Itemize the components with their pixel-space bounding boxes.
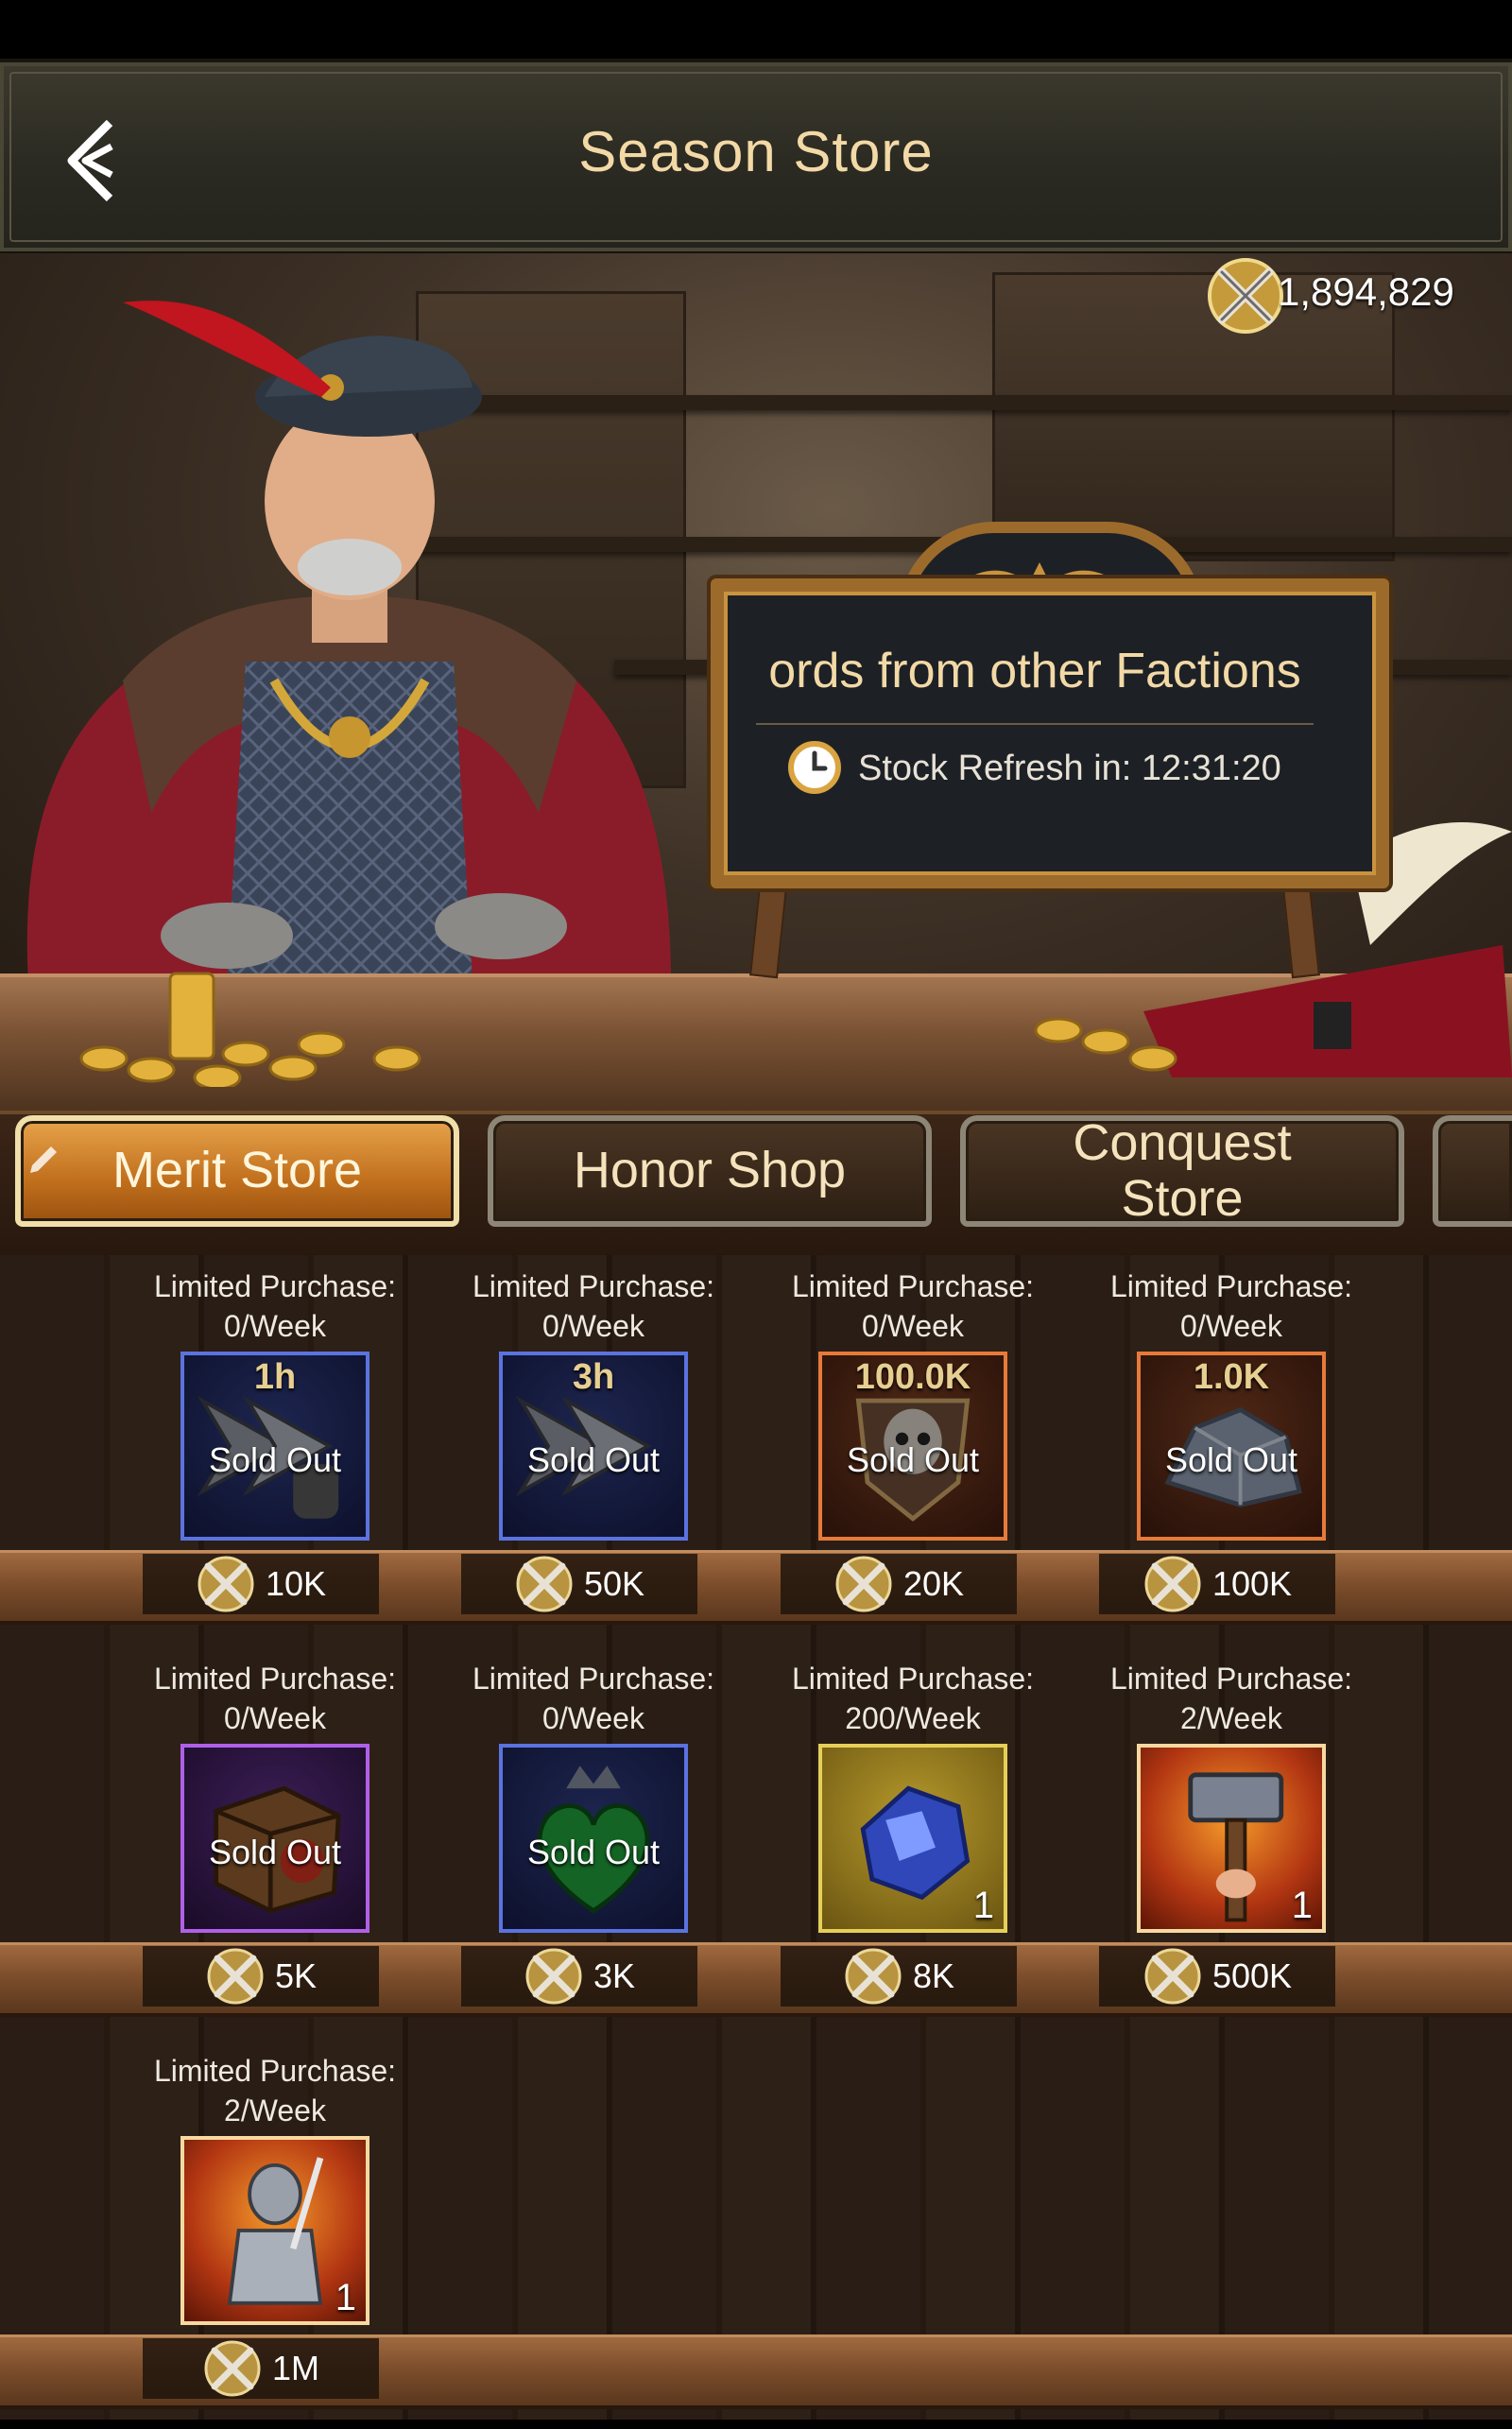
price-value: 5K xyxy=(274,1956,318,1995)
sold-out-label: Sold Out xyxy=(526,1440,661,1479)
sign-divider xyxy=(756,723,1314,725)
purchase-limit: Limited Purchase: 0/Week xyxy=(153,1269,397,1343)
merit-coin-icon xyxy=(204,2340,261,2397)
tab-conquest-store[interactable]: Conquest Store xyxy=(960,1113,1404,1227)
merit-coin-icon xyxy=(207,1948,264,2005)
price-value: 8K xyxy=(912,1956,955,1995)
price-button[interactable]: 100K xyxy=(1099,1554,1335,1614)
tab-label: Merit Store xyxy=(112,1142,363,1199)
status-bar xyxy=(0,0,1512,59)
store-item[interactable]: Limited Purchase: 0/Week 1h Sold Out 10K xyxy=(114,1266,436,1645)
store-item[interactable]: Limited Purchase: 0/Week Sold Out 3K xyxy=(433,1659,754,2037)
item-tile[interactable]: Sold Out xyxy=(180,1744,369,1933)
item-quantity: 1 xyxy=(335,2277,356,2318)
item-tile[interactable]: 1 xyxy=(1137,1744,1326,1933)
price-value: 100K xyxy=(1211,1564,1293,1603)
purchase-limit: Limited Purchase: 0/Week xyxy=(472,1269,715,1343)
item-tag: 1h xyxy=(253,1357,297,1397)
coin-pile xyxy=(79,972,421,1087)
price-button[interactable]: 20K xyxy=(781,1554,1017,1614)
merit-coin-icon xyxy=(516,1556,573,1612)
price-value: 3K xyxy=(593,1956,636,1995)
merit-coin-icon xyxy=(845,1948,902,2005)
store-item[interactable]: Limited Purchase: 200/Week 1 8K xyxy=(752,1659,1074,2037)
store-item[interactable]: Limited Purchase: 2/Week 1 500K xyxy=(1071,1659,1392,2037)
item-tile[interactable]: 100.0K Sold Out xyxy=(818,1352,1007,1541)
item-tile[interactable]: 1 xyxy=(818,1744,1007,1933)
merit-coin-icon xyxy=(198,1556,254,1612)
tab-label: Conquest Store xyxy=(1073,1113,1292,1227)
price-button[interactable]: 50K xyxy=(461,1554,697,1614)
item-tile[interactable]: 1.0K Sold Out xyxy=(1137,1352,1326,1541)
currency-amount: 1,894,829 xyxy=(1278,269,1454,314)
clock-icon xyxy=(788,741,841,794)
pencil-icon xyxy=(30,1146,57,1173)
purchase-limit: Limited Purchase: 0/Week xyxy=(472,1662,715,1735)
price-value: 1M xyxy=(271,2349,319,2387)
merchant-portrait xyxy=(26,301,671,983)
price-value: 500K xyxy=(1211,1956,1293,1995)
price-button[interactable]: 1M xyxy=(143,2338,379,2399)
item-tile[interactable]: 1h Sold Out xyxy=(180,1352,369,1541)
sold-out-label: Sold Out xyxy=(1164,1440,1298,1479)
merit-coin-icon xyxy=(1144,1556,1201,1612)
price-value: 20K xyxy=(902,1564,965,1603)
purchase-limit: Limited Purchase: 200/Week xyxy=(791,1662,1035,1735)
tab-label: Honor Shop xyxy=(573,1142,847,1199)
stock-refresh-timer: Stock Refresh in: 12:31:20 xyxy=(858,749,1281,788)
item-tile[interactable]: 3h Sold Out xyxy=(499,1352,688,1541)
sign-text: ords from other Factions xyxy=(768,644,1301,698)
item-tile[interactable]: Sold Out xyxy=(499,1744,688,1933)
price-button[interactable]: 5K xyxy=(143,1946,379,2007)
price-value: 10K xyxy=(265,1564,327,1603)
price-button[interactable]: 8K xyxy=(781,1946,1017,2007)
page-title: Season Store xyxy=(578,120,934,183)
store-item[interactable]: Limited Purchase: 0/Week 1.0K Sold Out 10… xyxy=(1071,1266,1392,1645)
store-item[interactable]: Limited Purchase: 0/Week 100.0K Sold Out … xyxy=(752,1266,1074,1645)
merit-coin-icon xyxy=(525,1948,582,2005)
merit-coin-icon xyxy=(1144,1948,1201,2005)
sold-out-label: Sold Out xyxy=(846,1440,980,1479)
item-tag: 1.0K xyxy=(1193,1357,1270,1397)
merit-coin-icon xyxy=(1208,258,1283,334)
item-tag: 3h xyxy=(572,1357,615,1397)
item-tile[interactable]: 1 xyxy=(180,2136,369,2325)
price-value: 50K xyxy=(583,1564,645,1603)
purchase-limit: Limited Purchase: 0/Week xyxy=(153,1662,397,1735)
item-quantity: 1 xyxy=(1291,1885,1313,1926)
tab-honor-shop[interactable]: Honor Shop xyxy=(488,1115,932,1227)
sign-board xyxy=(711,578,1389,888)
price-button[interactable]: 500K xyxy=(1099,1946,1335,2007)
price-button[interactable]: 10K xyxy=(143,1554,379,1614)
sold-out-label: Sold Out xyxy=(208,1833,342,1871)
tab-merit-store[interactable]: Merit Store xyxy=(15,1115,459,1227)
sold-out-label: Sold Out xyxy=(208,1440,342,1479)
item-quantity: 1 xyxy=(972,1885,994,1926)
sold-out-label: Sold Out xyxy=(526,1833,661,1871)
store-item[interactable]: Limited Purchase: 0/Week 3h Sold Out 50K xyxy=(433,1266,754,1645)
price-button[interactable]: 3K xyxy=(461,1946,697,2007)
merit-coin-icon xyxy=(835,1556,892,1612)
purchase-limit: Limited Purchase: 0/Week xyxy=(1109,1269,1353,1343)
purchase-limit: Limited Purchase: 0/Week xyxy=(791,1269,1035,1343)
purchase-limit: Limited Purchase: 2/Week xyxy=(153,2054,397,2128)
purchase-limit: Limited Purchase: 2/Week xyxy=(1109,1662,1353,1735)
store-item[interactable]: Limited Purchase: 2/Week 1 1M xyxy=(114,2051,436,2429)
store-item[interactable]: Limited Purchase: 0/Week Sold Out 5K xyxy=(114,1659,436,2037)
item-tag: 100.0K xyxy=(854,1357,971,1397)
tab-next-partial[interactable] xyxy=(1433,1115,1512,1227)
